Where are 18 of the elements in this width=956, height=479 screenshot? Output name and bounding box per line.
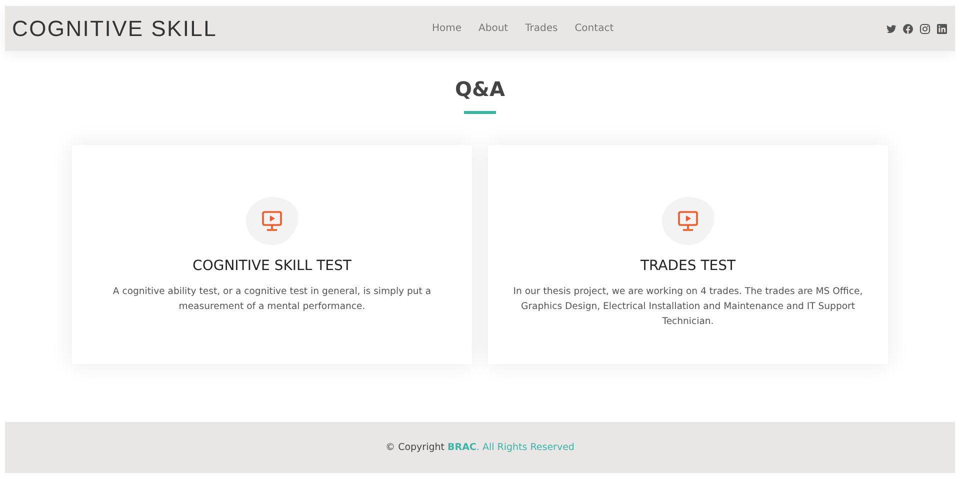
copyright-text: © Copyright BRAC. All Rights Reserved bbox=[386, 442, 574, 453]
twitter-bird-icon[interactable] bbox=[885, 22, 897, 34]
instagram-icon[interactable] bbox=[919, 22, 931, 34]
card-description: A cognitive ability test, or a cognitive test in general, is simply put a measurement of a mental performance. bbox=[112, 285, 432, 314]
nav-link[interactable]: Trades bbox=[525, 23, 558, 34]
linkedin-icon[interactable] bbox=[936, 22, 948, 34]
title-underline bbox=[464, 111, 496, 114]
monitor-play-icon bbox=[661, 196, 715, 246]
nav-link[interactable]: Contact bbox=[574, 23, 614, 34]
site-logo[interactable]: COGNITIVE SKILL bbox=[12, 16, 432, 42]
nav-link[interactable]: About bbox=[478, 23, 508, 34]
card-title: TRADES TEST bbox=[640, 258, 736, 274]
nav-link[interactable]: Home bbox=[432, 23, 462, 34]
monitor-play-icon bbox=[245, 196, 299, 246]
section-title: Q&A bbox=[455, 77, 505, 101]
card-description: In our thesis project, we are working on 4 trades. The trades are MS Office, Graphics Design, Electrical Installation and Maintenance and IT Support Technician. bbox=[512, 285, 864, 329]
card-title: COGNITIVE SKILL TEST bbox=[192, 258, 352, 274]
facebook-icon[interactable] bbox=[902, 22, 914, 34]
